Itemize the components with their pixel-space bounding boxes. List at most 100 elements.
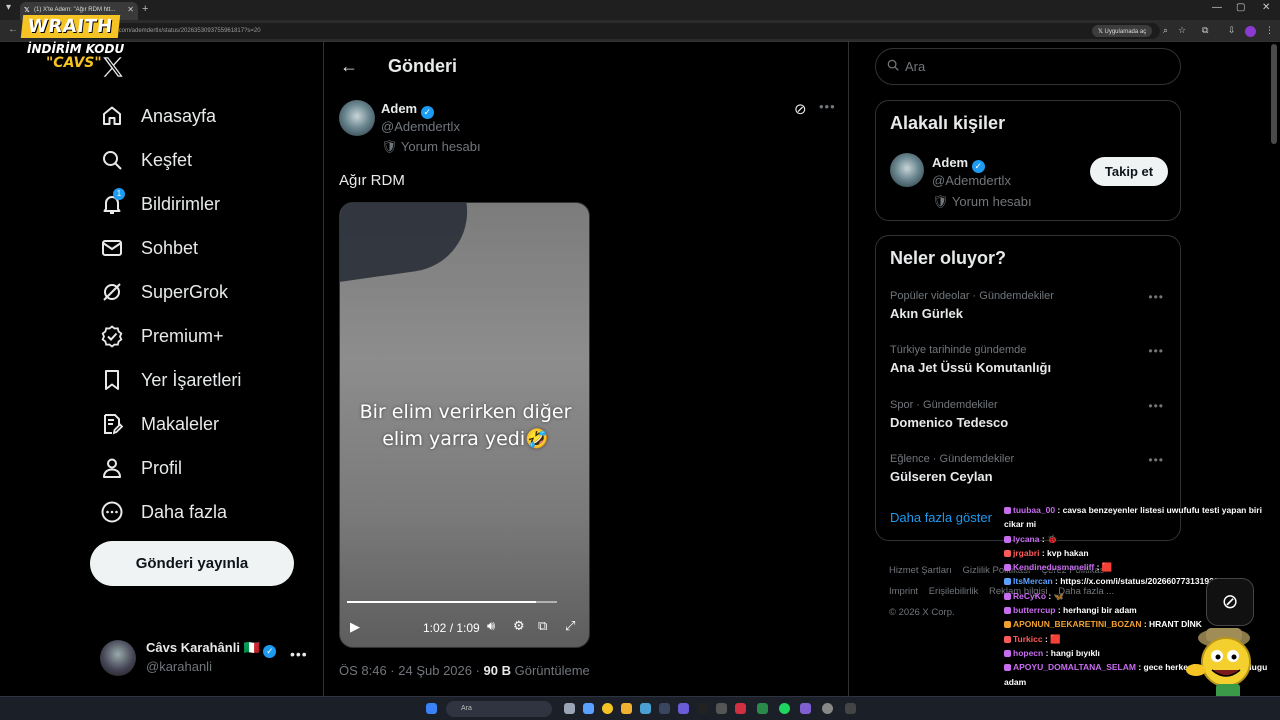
chat-username[interactable]: hopecn — [1013, 648, 1043, 658]
app-icon[interactable] — [845, 703, 856, 714]
discord-icon[interactable] — [678, 703, 689, 714]
trend-item[interactable]: Türkiye tarihinde gündemde Ana Jet Üssü … — [890, 344, 1170, 375]
chat-username[interactable]: APONUN_BEKARETINI_BOZAN — [1013, 619, 1141, 629]
trend-item[interactable]: Spor · Gündemdekiler Domenico Tedesco ••… — [890, 399, 1170, 430]
browser-tabbar: ▾ 𝕏 (1) X'te Adem: "Ağır RDM htt... ✕ + … — [0, 0, 1280, 20]
chat-username[interactable]: APOYU_DOMALTANA_SELAM — [1013, 662, 1136, 672]
chat-username[interactable]: Kendinedusmaneliff — [1013, 562, 1094, 572]
downloads-icon[interactable]: ⇩ — [1228, 25, 1236, 36]
footer-link[interactable]: Hizmet Şartları — [889, 565, 952, 576]
post-timestamp[interactable]: ÖS 8:46 · 24 Şub 2026 · — [339, 663, 484, 678]
sidebar-item-label: Yer İşaretleri — [141, 369, 242, 390]
start-menu-icon[interactable] — [426, 703, 437, 714]
footer-link[interactable]: Erişilebilirlik — [929, 586, 979, 597]
post-author-label: 🛡 Yorum hesabı — [381, 139, 481, 154]
settings-gear-icon[interactable]: ⚙ — [513, 618, 525, 634]
taskview-icon[interactable] — [564, 703, 575, 714]
post-author-handle[interactable]: @Ademdertlx — [381, 119, 460, 134]
edge-icon[interactable] — [640, 703, 651, 714]
tab-menu-icon[interactable]: ▾ — [6, 2, 11, 13]
sidebar-item-explore[interactable]: Keşfet — [100, 145, 192, 175]
trend-more-icon[interactable]: ••• — [1148, 344, 1164, 358]
trend-more-icon[interactable]: ••• — [1148, 399, 1164, 413]
app-icon[interactable] — [757, 703, 768, 714]
extensions-icon[interactable]: ⧉ — [1202, 25, 1208, 36]
spotify-icon[interactable] — [779, 703, 790, 714]
sidebar-item-bookmarks[interactable]: Yer İşaretleri — [100, 365, 241, 395]
chat-username[interactable]: jrgabri — [1013, 548, 1039, 558]
video-player[interactable]: Bir elim verirken diğer elim yarra yedi🤣… — [339, 202, 590, 648]
sidebar-item-home[interactable]: Anasayfa — [100, 101, 216, 131]
related-name[interactable]: Adem — [932, 155, 968, 170]
chat-text: : 🟥 — [1094, 562, 1113, 573]
app-icon[interactable] — [800, 703, 811, 714]
trend-item[interactable]: Popüler videolar · Gündemdekiler Akın Gü… — [890, 290, 1170, 321]
x-logo-icon[interactable] — [100, 54, 126, 80]
search-input[interactable]: Ara — [875, 48, 1181, 85]
new-tab-icon[interactable]: + — [142, 3, 148, 15]
zoom-icon[interactable]: ⌕ — [1163, 25, 1168, 36]
sidebar-item-profile[interactable]: Profil — [100, 453, 182, 483]
tiktok-icon[interactable] — [697, 703, 708, 714]
post-more-icon[interactable]: ••• — [819, 99, 836, 114]
chat-message: jrgabri : kvp hakan — [1004, 546, 1280, 560]
show-more-link[interactable]: Daha fazla göster — [890, 510, 992, 525]
sidebar-item-premium[interactable]: Premium+ — [100, 321, 224, 351]
sidebar-item-supergrok[interactable]: SuperGrok — [100, 277, 228, 307]
pip-icon[interactable]: ⧉ — [538, 618, 547, 634]
browser-menu-icon[interactable]: ⋮ — [1265, 25, 1274, 36]
window-close-icon[interactable]: ✕ — [1262, 2, 1270, 13]
chat-message: tuubaa_00 : cavsa benzeyenler listesi uw… — [1004, 503, 1280, 532]
play-icon[interactable]: ▶ — [350, 619, 360, 635]
footer-link[interactable]: Imprint — [889, 586, 918, 597]
page-scrollbar[interactable] — [1271, 44, 1277, 144]
related-handle[interactable]: @Ademdertlx — [932, 173, 1011, 188]
app-icon[interactable] — [822, 703, 833, 714]
widgets-icon[interactable] — [583, 703, 594, 714]
back-nav-icon[interactable]: ← — [8, 24, 18, 35]
app-icon[interactable] — [735, 703, 746, 714]
post-author-name[interactable]: Adem — [381, 101, 417, 116]
video-progress-bar[interactable] — [347, 601, 557, 603]
chat-username[interactable]: ReCyKo — [1013, 591, 1046, 601]
more-icon[interactable]: ••• — [290, 646, 308, 662]
chat-username[interactable]: ItsMercan — [1013, 576, 1053, 586]
open-in-app-button[interactable]: 𝕏 Uygulamada aç — [1092, 25, 1153, 37]
maximize-icon[interactable]: ▢ — [1236, 2, 1245, 13]
bookmark-star-icon[interactable]: ☆ — [1178, 25, 1186, 36]
chat-message: Kendinedusmaneliff : 🟥 — [1004, 560, 1280, 574]
sidebar-item-notifications[interactable]: 1 Bildirimler — [100, 188, 220, 219]
back-arrow-icon[interactable]: ← — [340, 56, 358, 77]
app-icon[interactable] — [659, 703, 670, 714]
overlay-brand: WRAITH — [20, 15, 120, 38]
sidebar-item-chat[interactable]: Sohbet — [100, 233, 198, 263]
trend-more-icon[interactable]: ••• — [1148, 453, 1164, 467]
follow-button[interactable]: Takip et — [1090, 157, 1168, 186]
tab-close-icon[interactable]: ✕ — [127, 5, 134, 14]
browser-profile-avatar[interactable] — [1245, 26, 1256, 37]
post-author-avatar[interactable] — [339, 100, 375, 136]
fullscreen-icon[interactable]: ⤢ — [565, 618, 575, 634]
post-button[interactable]: Gönderi yayınla — [90, 541, 294, 586]
trend-more-icon[interactable]: ••• — [1148, 290, 1164, 304]
grok-icon[interactable]: ⊘ — [794, 100, 807, 118]
mail-icon — [102, 240, 122, 256]
address-bar[interactable]: x.com/ademdertlx/status/2026353093755961… — [64, 23, 1160, 39]
chat-badge-icon — [1004, 564, 1011, 572]
taskbar-search[interactable]: Ara — [446, 701, 552, 717]
volume-icon[interactable]: 🔊︎ — [487, 618, 495, 634]
more-circle-icon — [101, 501, 123, 523]
minimize-icon[interactable]: — — [1212, 2, 1222, 13]
chat-username[interactable]: tuubaa_00 — [1013, 505, 1055, 515]
trend-item[interactable]: Eğlence · Gündemdekiler Gülseren Ceylan … — [890, 453, 1170, 484]
avatar[interactable] — [890, 153, 924, 187]
chat-username[interactable]: lycana — [1013, 534, 1039, 544]
account-switcher[interactable]: Câvs Karahânli 🇮🇹 ✓ @karahanli ••• — [100, 638, 310, 678]
file-explorer-icon[interactable] — [621, 703, 632, 714]
steam-icon[interactable] — [716, 703, 727, 714]
sidebar-item-articles[interactable]: Makaleler — [100, 409, 219, 439]
chat-username[interactable]: butterrcup — [1013, 605, 1056, 615]
chrome-icon[interactable] — [602, 703, 613, 714]
chat-username[interactable]: Turkicc — [1013, 634, 1043, 644]
sidebar-item-more[interactable]: Daha fazla — [100, 497, 227, 527]
